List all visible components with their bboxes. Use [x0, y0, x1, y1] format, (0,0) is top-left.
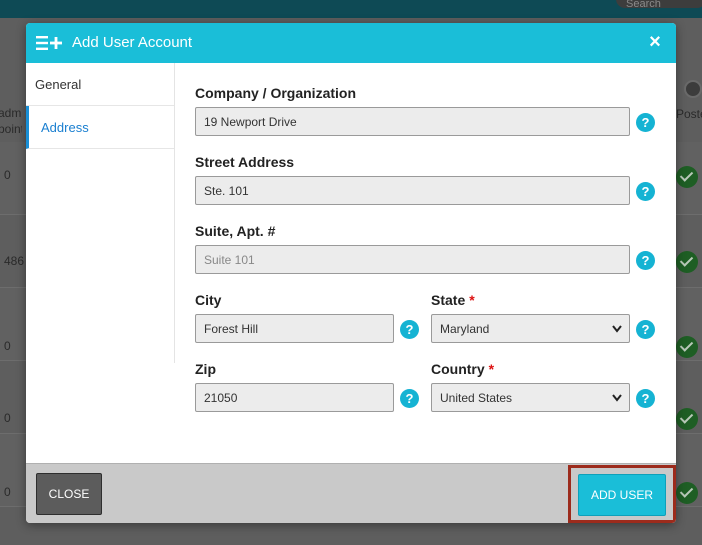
check-circle-icon — [676, 166, 698, 188]
state-label: State * — [431, 292, 475, 308]
help-icon[interactable]: ? — [636, 113, 655, 132]
help-icon[interactable]: ? — [400, 320, 419, 339]
state-label-text: State — [431, 292, 466, 308]
list-add-icon — [36, 36, 62, 50]
background-topbar — [0, 0, 702, 18]
company-label: Company / Organization — [195, 85, 357, 101]
street-address-label: Street Address — [195, 154, 295, 170]
sidebar-item-label: Address — [41, 120, 89, 135]
chevron-down-icon — [612, 394, 622, 402]
add-user-highlight: ADD USER — [568, 465, 676, 523]
required-mark: * — [488, 361, 495, 377]
city-label: City — [195, 292, 222, 308]
required-mark: * — [469, 292, 475, 308]
background-row-value: 0 — [4, 168, 11, 182]
sidebar-item-address[interactable]: Address — [26, 106, 174, 149]
help-icon[interactable]: ? — [400, 389, 419, 408]
add-user-button[interactable]: ADD USER — [578, 474, 666, 516]
background-header-left: admi points — [0, 106, 22, 136]
country-label: Country * — [431, 361, 494, 377]
background-row-value: 486 — [4, 254, 25, 268]
country-select-value: United States — [440, 391, 513, 405]
suite-input[interactable] — [195, 245, 630, 274]
company-input[interactable] — [195, 107, 630, 136]
chevron-down-icon — [612, 325, 622, 333]
check-circle-icon — [676, 336, 698, 358]
close-button[interactable]: CLOSE — [36, 473, 102, 515]
suite-label: Suite, Apt. # — [195, 223, 276, 239]
street-address-input[interactable] — [195, 176, 630, 205]
modal-title: Add User Account — [72, 34, 193, 51]
background-search: Search — [616, 0, 702, 8]
modal-sidebar: General Address — [26, 63, 175, 363]
sidebar-item-label: General — [35, 77, 82, 92]
close-icon[interactable]: × — [646, 32, 664, 52]
sidebar-item-general[interactable]: General — [26, 63, 174, 106]
help-icon[interactable]: ? — [636, 251, 655, 270]
background-row-value: 0 — [4, 339, 11, 353]
check-circle-icon — [676, 482, 698, 504]
background-row-value: 0 — [4, 411, 11, 425]
modal-header: Add User Account × — [26, 23, 676, 63]
zip-input[interactable] — [195, 383, 394, 412]
state-select[interactable]: Maryland — [431, 314, 630, 343]
country-select[interactable]: United States — [431, 383, 630, 412]
modal-footer: CLOSE ADD USER — [26, 463, 676, 523]
help-icon[interactable]: ? — [636, 389, 655, 408]
help-icon[interactable]: ? — [636, 182, 655, 201]
state-select-value: Maryland — [440, 322, 490, 336]
add-user-modal: Add User Account × General Address Compa… — [26, 23, 676, 523]
background-header-check-icon — [684, 80, 702, 98]
country-label-text: Country — [431, 361, 485, 377]
background-header-right: Poste — [676, 107, 702, 121]
city-input[interactable] — [195, 314, 394, 343]
check-circle-icon — [676, 408, 698, 430]
help-icon[interactable]: ? — [636, 320, 655, 339]
zip-label: Zip — [195, 361, 216, 377]
background-row-value: 0 — [4, 485, 11, 499]
check-circle-icon — [676, 251, 698, 273]
